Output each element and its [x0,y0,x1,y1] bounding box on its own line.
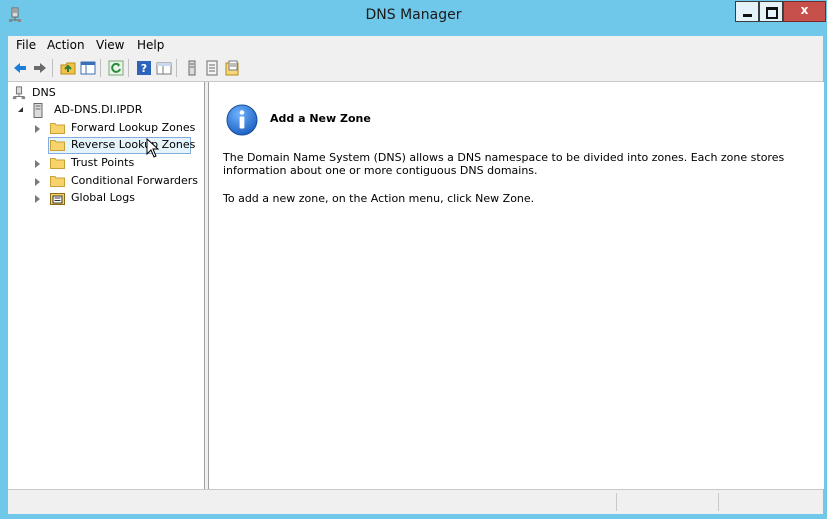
status-separator [616,493,617,511]
dns-root-icon [12,86,26,100]
close-button[interactable]: x [783,1,826,22]
show-hide-tree-icon[interactable] [80,60,96,76]
tree-label: DNS [32,86,56,99]
status-separator [718,493,719,511]
minimize-button[interactable] [735,1,759,22]
toolbar-separator [128,59,129,77]
description-line-1: The Domain Name System (DNS) allows a DN… [223,151,785,164]
up-folder-icon[interactable] [60,60,76,76]
toolbar-separator [52,59,53,77]
tree-label: Conditional Forwarders [71,174,199,187]
menu-view[interactable]: View [96,38,124,52]
menu-help[interactable]: Help [137,38,164,52]
description-line-2: information about one or more contiguous… [223,164,538,177]
collapsed-arrow-icon[interactable] [35,178,40,186]
server-icon [33,103,43,118]
close-icon: x [800,3,809,17]
mouse-cursor-icon [146,138,160,158]
folder-icon [50,140,65,151]
forward-arrow-icon[interactable] [32,60,48,76]
menu-action[interactable]: Action [47,38,85,52]
tree-server[interactable]: AD-DNS.DI.IPDR [12,102,162,119]
collapsed-arrow-icon[interactable] [35,125,40,133]
tree-item-conditional-forwarders[interactable]: Conditional Forwarders [12,173,202,190]
server-icon[interactable] [184,60,200,76]
info-icon [226,104,258,136]
properties-icon[interactable] [156,60,172,76]
zone-heading: Add a New Zone [270,112,371,125]
maximize-button[interactable] [759,1,783,22]
tree-item-global-logs[interactable]: Global Logs [12,190,162,207]
tree-label: Reverse Lookup Zones [71,138,196,151]
log-folder-icon [50,193,65,205]
export-list-icon[interactable] [224,60,240,76]
tree-label: Forward Lookup Zones [71,121,196,134]
back-arrow-icon[interactable] [12,60,28,76]
menu-file[interactable]: File [16,38,36,52]
collapsed-arrow-icon[interactable] [35,160,40,168]
expanded-arrow-icon[interactable] [18,107,23,112]
help-icon[interactable]: ? [136,60,152,76]
collapsed-arrow-icon[interactable] [35,195,40,203]
toolbar: ? [8,55,823,82]
menu-bar: File Action View Help [8,36,823,55]
tree-root-dns[interactable]: DNS [12,85,132,102]
folder-icon [50,123,65,134]
details-pane: Add a New Zone The Domain Name System (D… [208,82,824,489]
folder-icon [50,176,65,187]
folder-icon [50,158,65,169]
instruction-text: To add a new zone, on the Action menu, c… [223,192,535,205]
tree-item-reverse-lookup-zones[interactable]: Reverse Lookup Zones [48,137,195,154]
tree-item-trust-points[interactable]: Trust Points [12,155,162,172]
toolbar-separator [100,59,101,77]
tree-label: AD-DNS.DI.IPDR [54,103,143,116]
console-tree[interactable]: DNS AD-DNS.DI.IPDR Forward Lookup Zones … [8,82,205,489]
zone-list-icon[interactable] [204,60,220,76]
tree-label: Trust Points [71,156,135,169]
title-bar[interactable]: DNS Manager x [0,0,827,31]
toolbar-separator [176,59,177,77]
refresh-icon[interactable] [108,60,124,76]
tree-item-forward-lookup-zones[interactable]: Forward Lookup Zones [12,120,202,137]
tree-label: Global Logs [71,191,135,204]
status-bar [8,489,823,514]
window-title: DNS Manager [365,7,462,23]
svg-text:?: ? [141,62,147,75]
dns-manager-window: DNS Manager x File Action View Help ? DN… [0,0,827,519]
